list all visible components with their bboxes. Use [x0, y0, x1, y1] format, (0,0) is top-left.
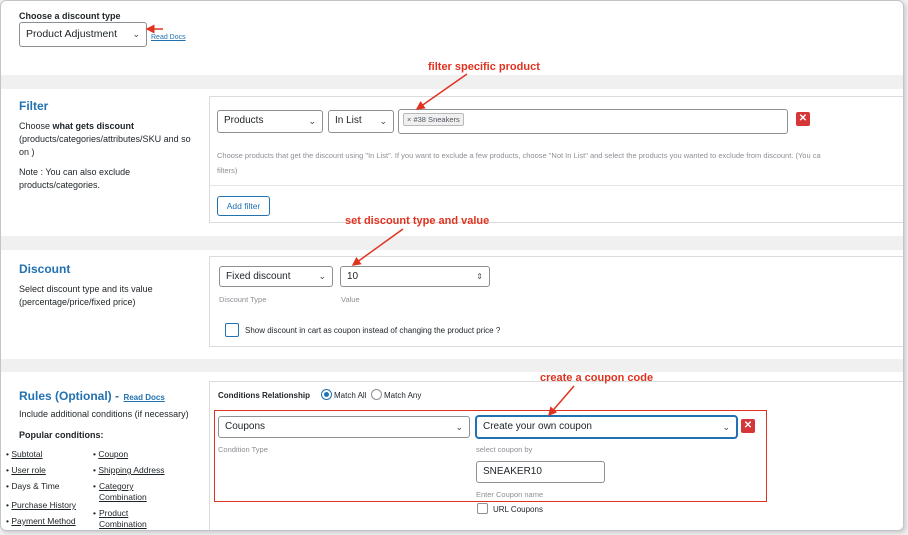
arrow-filter — [415, 73, 468, 110]
app-window: Choose a discount type Product Adjustmen… — [0, 0, 904, 531]
arrow-coupon — [548, 385, 575, 417]
arrow-discount — [351, 228, 404, 266]
annotation-arrows — [145, 24, 575, 417]
